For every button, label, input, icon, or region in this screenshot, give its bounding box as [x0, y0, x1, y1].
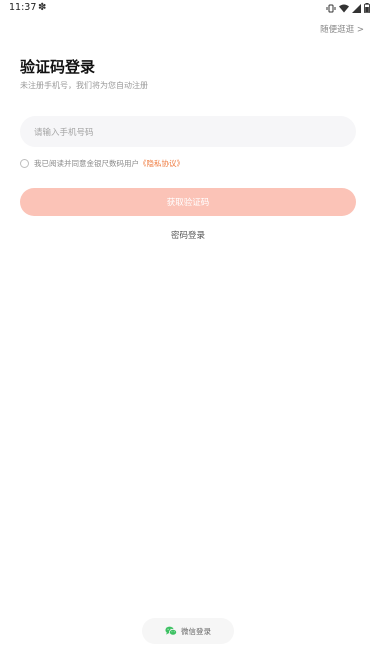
phone-input[interactable]	[20, 116, 356, 147]
page-title: 验证码登录	[20, 58, 96, 76]
skip-link[interactable]: 随便逛逛 >	[320, 23, 364, 35]
status-indicators	[326, 3, 370, 13]
password-login-link[interactable]: 密码登录	[0, 229, 376, 241]
phone-input-container[interactable]	[20, 116, 356, 147]
page-subtitle: 未注册手机号，我们将为您自动注册	[20, 81, 148, 90]
wechat-login-button[interactable]: 微信登录	[142, 618, 234, 644]
wechat-login-label: 微信登录	[181, 626, 211, 636]
agreement-checkbox[interactable]	[20, 158, 29, 168]
wifi-icon	[339, 4, 349, 12]
status-bar: 11:37 ✽	[0, 0, 376, 18]
signal-icon	[352, 3, 361, 13]
agreement-text: 我已阅读并同意金银尺数码用户	[34, 158, 139, 168]
vibrate-icon	[326, 4, 336, 12]
battery-icon	[364, 3, 370, 13]
status-time: 11:37	[9, 2, 37, 13]
get-code-button[interactable]: 获取验证码	[20, 188, 356, 216]
privacy-policy-link[interactable]: 《隐私协议》	[139, 158, 184, 169]
app-notification-icon: ✽	[38, 2, 47, 13]
wechat-icon	[165, 626, 177, 636]
agreement-row: 我已阅读并同意金银尺数码用户 《隐私协议》	[20, 157, 184, 169]
